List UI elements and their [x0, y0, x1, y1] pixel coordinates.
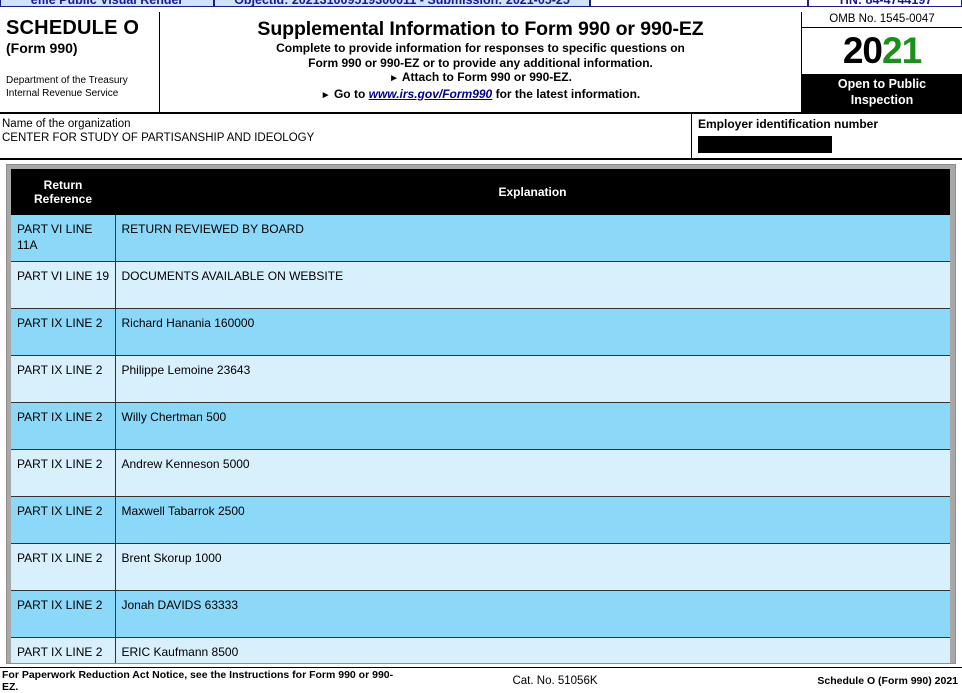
right-triangle-icon-2: ► [320, 89, 331, 101]
omb-number: OMB No. 1545-0047 [802, 12, 962, 28]
cell-return-reference: PART IX LINE 2 [11, 449, 116, 497]
return-reference-line-1: Return [43, 178, 83, 192]
cell-return-reference: PART IX LINE 2 [11, 543, 116, 591]
table-row: PART IX LINE 2 Maxwell Tabarrok 2500 [11, 496, 950, 544]
organization-row: Name of the organization CENTER FOR STUD… [0, 114, 962, 160]
cell-return-reference: PART IX LINE 2 [11, 308, 116, 356]
open-to-public-line-1: Open to Public [837, 77, 927, 91]
table-row: PART IX LINE 2 Andrew Kenneson 5000 [11, 449, 950, 497]
department-block: Department of the Treasury Internal Reve… [6, 74, 159, 100]
viewer-tin: TIN: 84-4744197 [808, 0, 962, 7]
open-to-public-badge: Open to Public Inspection [802, 74, 962, 112]
form-attach-line: ► Attach to Form 990 or 990-EZ. [160, 70, 801, 87]
attach-text: Attach to Form 990 or 990-EZ. [401, 70, 572, 84]
organization-name-label: Name of the organization [2, 118, 131, 130]
schedule-subtitle: (Form 990) [6, 40, 78, 56]
department-line-2: Internal Revenue Service [6, 88, 119, 99]
cell-return-reference: PART IX LINE 2 [11, 496, 116, 544]
table-row: PART IX LINE 2 Jonah DAVIDS 63333 [11, 590, 950, 638]
cell-return-reference: PART IX LINE 2 [11, 637, 116, 663]
table-row: PART VI LINE 19 DOCUMENTS AVAILABLE ON WE… [11, 261, 950, 309]
tax-year-suffix: 21 [882, 30, 922, 71]
form-header-center: Supplemental Information to Form 990 or … [160, 12, 802, 112]
cell-explanation: Philippe Lemoine 23643 [115, 355, 950, 403]
table-head: Return Reference Explanation [11, 169, 950, 215]
ein-redacted-box [698, 136, 832, 153]
viewer-top-bar: efile Public Visual Render ObjectId: 202… [0, 0, 962, 8]
supplemental-table-panel: Return Reference Explanation PART VI LIN… [6, 164, 956, 664]
organization-name-value: CENTER FOR STUDY OF PARTISANSHIP AND IDE… [2, 132, 315, 144]
cell-explanation: Maxwell Tabarrok 2500 [115, 496, 950, 544]
tax-year-prefix: 20 [842, 30, 883, 71]
table-body: PART VI LINE 11A RETURN REVIEWED BY BOARD… [11, 215, 950, 663]
viewer-render-label: efile Public Visual Render [0, 0, 214, 7]
form-subtitle-line-1: Complete to provide information for resp… [276, 41, 685, 55]
viewer-spacer [590, 0, 808, 7]
table-row: PART IX LINE 2 Philippe Lemoine 23643 [11, 355, 950, 403]
cell-explanation: Richard Hanania 160000 [115, 308, 950, 356]
open-to-public-line-2: Inspection [850, 92, 914, 107]
goto-suffix: for the latest information. [495, 86, 641, 101]
column-header-return-reference: Return Reference [11, 169, 115, 215]
organization-name-block: Name of the organization CENTER FOR STUD… [0, 114, 692, 158]
table-row: PART VI LINE 11A RETURN REVIEWED BY BOARD [11, 215, 950, 262]
cell-explanation: DOCUMENTS AVAILABLE ON WEBSITE [115, 261, 950, 309]
cell-explanation: Jonah DAVIDS 63333 [115, 590, 950, 638]
goto-prefix: Go to [333, 86, 366, 101]
cell-return-reference: PART IX LINE 2 [11, 590, 116, 638]
cell-explanation: ERIC Kaufmann 8500 [115, 637, 950, 663]
cell-explanation: RETURN REVIEWED BY BOARD [115, 215, 950, 262]
cell-explanation: Willy Chertman 500 [115, 402, 950, 450]
ein-label: Employer identification number [698, 117, 879, 131]
form-header-left: SCHEDULE O (Form 990) Department of the … [0, 12, 160, 112]
paperwork-reduction-notice: For Paperwork Reduction Act Notice, see … [2, 668, 394, 693]
supplemental-information-table: Return Reference Explanation PART VI LIN… [11, 169, 950, 663]
column-header-explanation: Explanation [115, 169, 950, 215]
cell-return-reference: PART IX LINE 2 [11, 402, 116, 450]
cell-return-reference: PART IX LINE 2 [11, 355, 116, 403]
form-header-right: OMB No. 1545-0047 20 21 Open to Public In… [802, 12, 962, 112]
cell-explanation: Andrew Kenneson 5000 [115, 449, 950, 497]
viewer-object-id: ObjectId: 202131009519300011 - Submissio… [214, 0, 590, 7]
cell-explanation: Brent Skorup 1000 [115, 543, 950, 591]
department-line-1: Department of the Treasury [6, 75, 128, 86]
irs-form990-link[interactable]: www.irs.gov/Form990 [369, 87, 493, 101]
footer-schedule-label: Schedule O (Form 990) 2021 [817, 674, 958, 687]
right-triangle-icon: ► [389, 73, 399, 84]
table-row: PART IX LINE 2 Willy Chertman 500 [11, 402, 950, 450]
table-row: PART IX LINE 2 Brent Skorup 1000 [11, 543, 950, 591]
ein-block: Employer identification number [692, 114, 962, 158]
tax-year: 20 21 [802, 28, 962, 74]
form-header: SCHEDULE O (Form 990) Department of the … [0, 12, 962, 114]
table-row: PART IX LINE 2 Richard Hanania 160000 [11, 308, 950, 356]
form-subtitle-line-2: Form 990 or 990-EZ or to provide any add… [308, 55, 653, 70]
cell-return-reference: PART VI LINE 19 [11, 261, 116, 309]
form-footer: For Paperwork Reduction Act Notice, see … [0, 667, 962, 693]
schedule-title: SCHEDULE O [6, 17, 140, 39]
cell-return-reference: PART VI LINE 11A [11, 215, 116, 262]
form-main-title: Supplemental Information to Form 990 or … [257, 18, 704, 40]
catalog-number: Cat. No. 51056K [512, 674, 598, 687]
form-goto-line: ► Go to www.irs.gov/Form990 for the late… [160, 87, 801, 104]
table-header-row: Return Reference Explanation [11, 169, 950, 215]
table-row: PART IX LINE 2 ERIC Kaufmann 8500 [11, 637, 950, 663]
return-reference-line-2: Reference [33, 192, 93, 206]
